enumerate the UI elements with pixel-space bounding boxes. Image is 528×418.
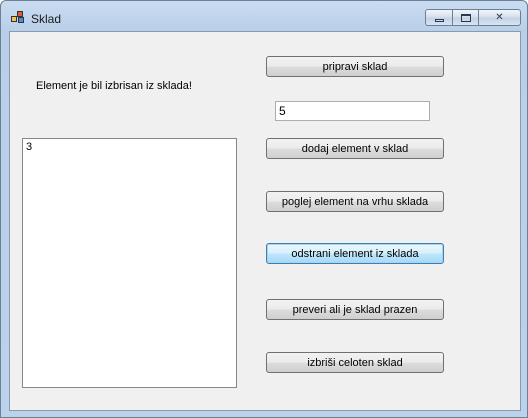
- minimize-button[interactable]: [425, 9, 452, 26]
- status-message: Element je bil izbrisan iz sklada!: [36, 80, 192, 92]
- push-element-button[interactable]: dodaj element v sklad: [266, 138, 444, 159]
- caption-buttons: ✕: [425, 9, 521, 27]
- maximize-icon: [460, 13, 471, 22]
- element-input[interactable]: [275, 101, 430, 121]
- stack-items: 3: [26, 141, 233, 153]
- peek-element-button[interactable]: poglej element na vrhu sklada: [266, 191, 444, 212]
- clear-stack-button[interactable]: izbriši celoten sklad: [266, 352, 444, 373]
- maximize-button[interactable]: [452, 9, 478, 26]
- window-title: Sklad: [31, 12, 62, 26]
- app-icon: [11, 11, 25, 23]
- app-window: Sklad ✕ Element je bil izbrisan iz sklad…: [0, 0, 528, 418]
- minimize-icon: [434, 19, 444, 22]
- check-empty-button[interactable]: preveri ali je sklad prazen: [266, 299, 444, 320]
- pop-element-button[interactable]: odstrani element iz sklada: [266, 243, 444, 264]
- close-button[interactable]: ✕: [478, 9, 521, 26]
- close-icon: ✕: [495, 11, 504, 23]
- create-stack-button[interactable]: pripravi sklad: [266, 56, 444, 77]
- stack-listbox[interactable]: 3: [22, 138, 237, 388]
- form-client-area: Element je bil izbrisan iz sklada! 3 pri…: [9, 31, 521, 411]
- title-bar[interactable]: Sklad ✕: [1, 1, 527, 31]
- list-item[interactable]: 3: [26, 141, 233, 153]
